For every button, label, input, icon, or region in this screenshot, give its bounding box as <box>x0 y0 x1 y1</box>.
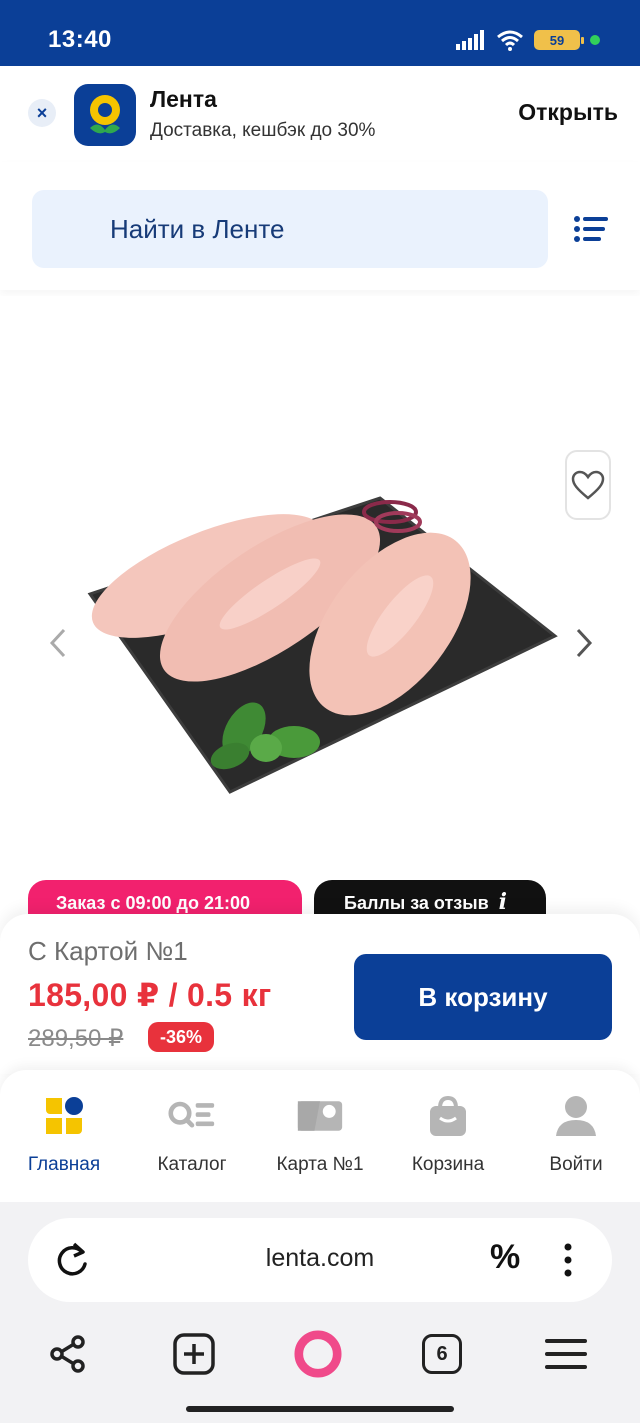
previous-image-arrow-icon[interactable] <box>46 626 70 660</box>
nav-item-loyalty-card[interactable]: Карта №1 <box>256 1092 384 1176</box>
review-points-label: Баллы за отзыв <box>344 893 489 913</box>
privacy-dot-icon <box>590 35 600 45</box>
next-image-arrow-icon[interactable] <box>572 626 596 660</box>
bottom-navigation: Главная Каталог Карта №1 Корзина Войти <box>0 1070 640 1202</box>
nav-item-catalog[interactable]: Каталог <box>128 1092 256 1176</box>
hamburger-icon <box>545 1339 587 1369</box>
app-name: Лента <box>150 86 217 112</box>
signal-icon <box>456 30 484 50</box>
search-input[interactable]: Найти в Ленте <box>32 190 548 268</box>
more-options-icon[interactable] <box>558 1242 578 1278</box>
old-price: 289,50 ₽ <box>28 1025 124 1052</box>
home-indicator[interactable] <box>186 1406 454 1412</box>
add-tab-icon <box>173 1333 215 1375</box>
card-price-label: С Картой №1 <box>28 936 188 966</box>
status-time: 13:40 <box>48 26 112 53</box>
cart-icon <box>424 1092 472 1140</box>
add-to-cart-button[interactable]: В корзину <box>354 954 612 1040</box>
nav-label-home: Главная <box>27 1154 101 1175</box>
catalog-icon <box>168 1092 216 1140</box>
nav-item-login[interactable]: Войти <box>512 1092 640 1176</box>
nav-label-loyalty-card: Карта №1 <box>276 1154 364 1175</box>
product-gallery <box>0 296 640 876</box>
address-bar[interactable]: lenta.com % <box>28 1218 612 1302</box>
home-icon <box>40 1092 88 1140</box>
close-banner-button[interactable]: × <box>28 99 56 127</box>
discount-badge: -36% <box>148 1022 215 1052</box>
browser-menu-button[interactable] <box>542 1330 590 1378</box>
menu-icon[interactable] <box>574 216 608 242</box>
price-panel: С Картой №1 185,00 ₽ / 0.5 кг 289,50 ₽ -… <box>0 914 640 1074</box>
promo-percent-icon[interactable]: % <box>490 1238 520 1277</box>
tabs-button[interactable]: 6 <box>418 1330 466 1378</box>
battery-icon: 59 <box>534 30 584 50</box>
current-price: 185,00 ₽ / 0.5 кг <box>28 977 272 1013</box>
product-image <box>87 496 558 794</box>
share-icon <box>50 1335 85 1373</box>
app-install-banner: × Лента Доставка, кешбэк до 30% Открыть <box>0 66 640 162</box>
share-button[interactable] <box>44 1330 92 1378</box>
lenta-app-icon <box>74 84 136 146</box>
tabs-count-icon: 6 <box>422 1334 462 1374</box>
info-icon: i <box>498 889 508 915</box>
nav-label-login: Войти <box>549 1154 603 1175</box>
wifi-icon <box>497 30 523 51</box>
status-icons: 59 <box>456 26 600 54</box>
nav-label-cart: Корзина <box>411 1154 485 1175</box>
favorite-button[interactable] <box>565 450 611 520</box>
open-app-button[interactable]: Открыть <box>518 99 618 126</box>
site-header: Найти в Ленте <box>0 162 640 290</box>
user-icon <box>552 1092 600 1140</box>
url-text: lenta.com <box>265 1244 375 1272</box>
nav-label-catalog: Каталог <box>157 1154 227 1175</box>
heart-icon <box>571 470 605 500</box>
new-tab-button[interactable] <box>170 1330 218 1378</box>
nav-item-home[interactable]: Главная <box>0 1092 128 1176</box>
app-subtitle: Доставка, кешбэк до 30% <box>150 120 376 141</box>
loyalty-card-icon <box>296 1092 344 1140</box>
alice-icon <box>294 1330 342 1378</box>
alice-assistant-button[interactable] <box>294 1330 342 1378</box>
browser-chrome: lenta.com % 6 <box>0 1202 640 1423</box>
status-bar: 13:40 59 <box>0 0 640 66</box>
nav-item-cart[interactable]: Корзина <box>384 1092 512 1176</box>
